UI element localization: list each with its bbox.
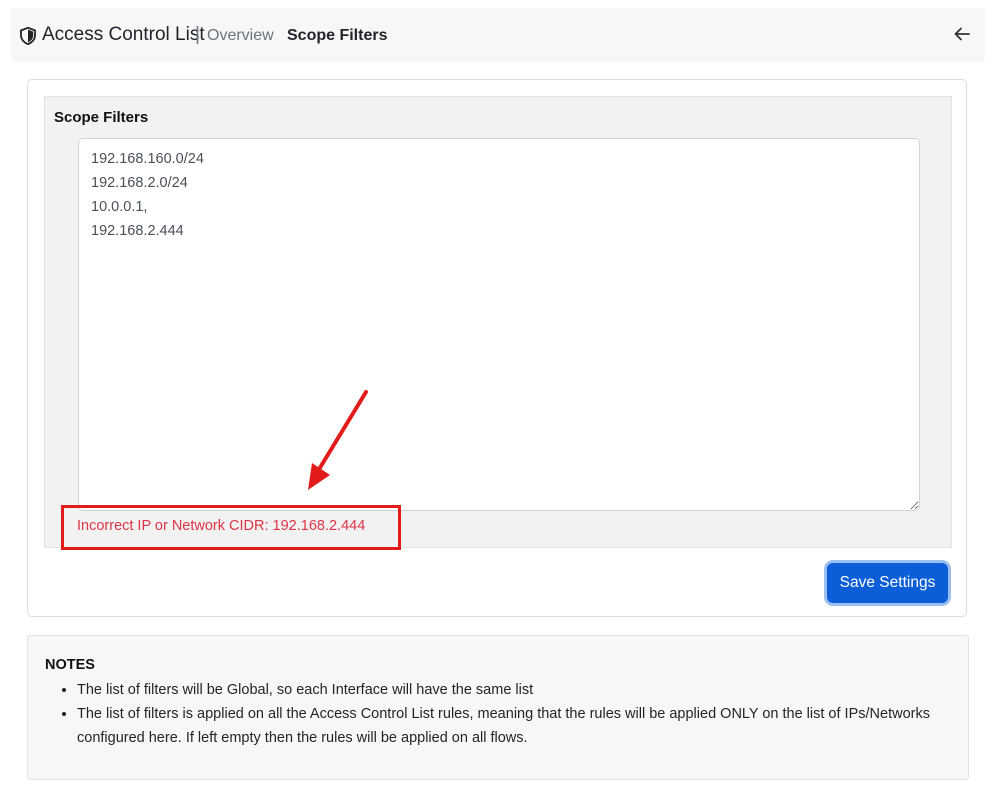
arrow-left-icon[interactable] <box>953 25 971 43</box>
save-settings-button[interactable]: Save Settings <box>827 563 948 603</box>
scope-filters-panel: Scope Filters 192.168.160.0/24 192.168.2… <box>44 96 952 548</box>
breadcrumb-overview-link[interactable]: Overview <box>207 27 274 45</box>
notes-title: NOTES <box>45 657 95 673</box>
notes-list: The list of filters will be Global, so e… <box>45 678 977 750</box>
shield-icon <box>20 27 36 45</box>
validation-error-message: Incorrect IP or Network CIDR: 192.168.2.… <box>77 518 366 534</box>
breadcrumb-active: Scope Filters <box>287 27 388 44</box>
breadcrumb-separator: | <box>195 24 200 45</box>
scope-filters-title: Scope Filters <box>54 109 149 126</box>
scope-filters-textarea[interactable]: 192.168.160.0/24 192.168.2.0/24 10.0.0.1… <box>78 138 920 511</box>
notes-item: The list of filters will be Global, so e… <box>77 678 977 702</box>
notes-item: The list of filters is applied on all th… <box>77 702 977 750</box>
page-header: Access Control List | Overview Scope Fil… <box>11 8 985 62</box>
page-title: Access Control List <box>42 24 205 45</box>
notes-section: NOTES The list of filters will be Global… <box>27 635 969 780</box>
scope-filters-card: Scope Filters 192.168.160.0/24 192.168.2… <box>27 79 967 617</box>
